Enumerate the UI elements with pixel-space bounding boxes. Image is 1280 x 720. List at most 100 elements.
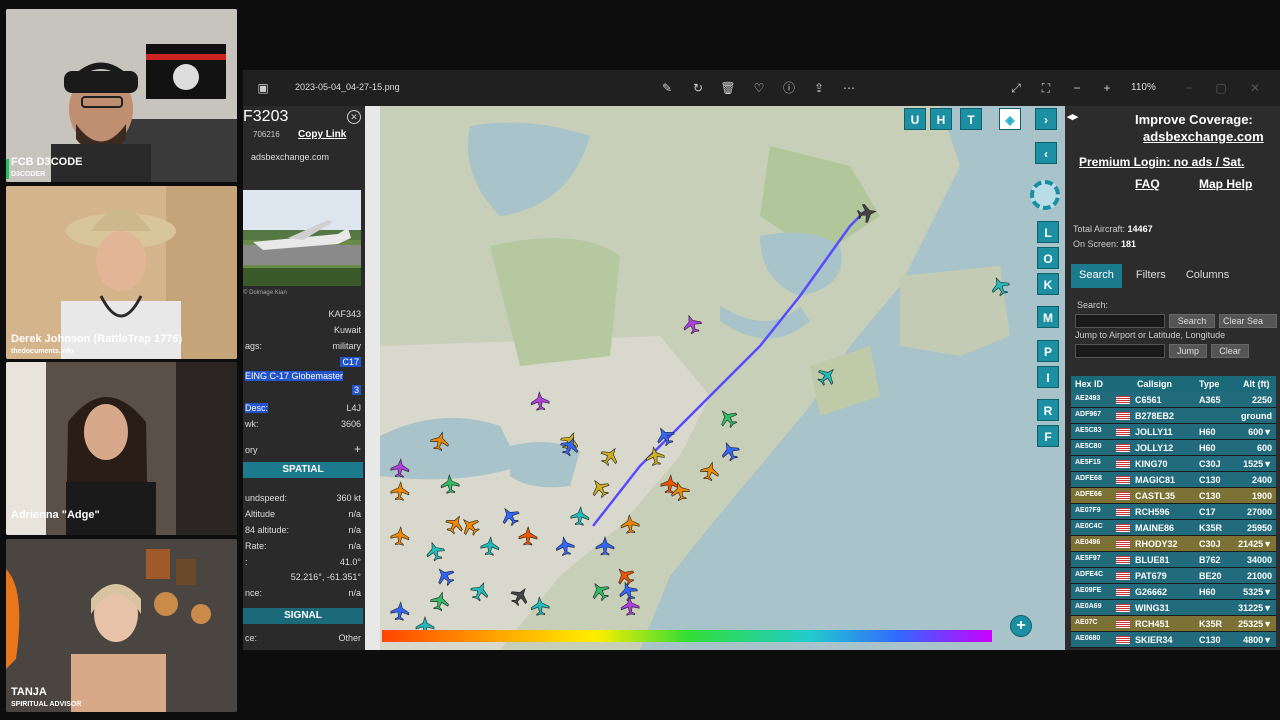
close-panel-icon[interactable]: ✕ xyxy=(347,110,361,124)
cell-type: H60 xyxy=(1199,427,1216,437)
cell-hex: AE07F9 xyxy=(1075,507,1101,514)
map-button-p[interactable]: P xyxy=(1037,340,1059,362)
us-flag-icon xyxy=(1116,428,1130,436)
signal-section[interactable]: SIGNAL xyxy=(243,608,363,624)
jump-input[interactable] xyxy=(1075,344,1165,358)
chevron-left-icon[interactable]: ‹ xyxy=(1035,142,1057,164)
cell-hex: AE0C4C xyxy=(1075,523,1103,530)
map-button-f[interactable]: F xyxy=(1037,425,1059,447)
fit-icon[interactable]: ⛶ xyxy=(1038,80,1054,96)
share-icon[interactable]: ⇪ xyxy=(811,80,827,96)
map-button-h[interactable]: H xyxy=(930,108,952,130)
row-history[interactable]: ory + xyxy=(243,442,363,458)
more-icon[interactable]: ⋯ xyxy=(841,80,857,96)
map-button-r[interactable]: R xyxy=(1037,399,1059,421)
cell-hex: ADFE4C xyxy=(1075,571,1104,578)
viewer-toolbar: ▣ 2023-05-04_04-27-15.png ✎ ↻ 🗑 ♡ ⓘ ⇪ ⋯ … xyxy=(243,70,1280,106)
aircraft-table: Hex ID Callsign Type Alt (ft) AE2493 C656… xyxy=(1071,376,1276,648)
map-button-i[interactable]: I xyxy=(1037,366,1059,388)
table-row[interactable]: AE5C80 JOLLY12 H60 600 xyxy=(1071,440,1276,456)
zoom-in-button[interactable]: + xyxy=(1010,615,1032,637)
col-callsign[interactable]: Callsign xyxy=(1137,379,1172,389)
expand-icon[interactable]: + xyxy=(354,442,361,456)
table-row[interactable]: AE0680 SKIER34 C130 4800▼ xyxy=(1071,632,1276,648)
cell-hex: AE5C80 xyxy=(1075,443,1102,450)
col-hex[interactable]: Hex ID xyxy=(1075,379,1103,389)
map-button-m[interactable]: M xyxy=(1037,306,1059,328)
table-row[interactable]: AE0C4C MAINE86 K35R 25950 xyxy=(1071,520,1276,536)
map-button-k[interactable]: K xyxy=(1037,273,1059,295)
row-desc: Desc: L4J xyxy=(243,402,363,416)
cell-call: RCH451 xyxy=(1135,619,1170,629)
map-canvas[interactable] xyxy=(380,106,1065,650)
table-row[interactable]: ADFE66 CASTL35 C130 1900 xyxy=(1071,488,1276,504)
history-label: ory xyxy=(245,445,258,455)
flight-map[interactable]: U H T ◈ › ‹ L O K M P I R F + xyxy=(380,106,1065,650)
table-row[interactable]: ADFE4C PAT679 BE20 21000 xyxy=(1071,568,1276,584)
tab-filters[interactable]: Filters xyxy=(1128,264,1174,288)
position-value: 52.216°, -61.351° xyxy=(290,572,361,582)
table-row[interactable]: ADF967 B278EB2 ground xyxy=(1071,408,1276,424)
col-type[interactable]: Type xyxy=(1199,379,1219,389)
maximize-icon[interactable]: ▢ xyxy=(1213,80,1229,96)
search-input[interactable] xyxy=(1075,314,1165,328)
info-icon[interactable]: ⓘ xyxy=(781,80,797,96)
col-alt[interactable]: Alt (ft) xyxy=(1243,379,1270,389)
cell-hex: AE0496 xyxy=(1075,539,1101,546)
clear-search-button[interactable]: Clear Sea xyxy=(1219,314,1277,328)
us-flag-icon xyxy=(1116,540,1130,548)
chevron-right-icon[interactable]: › xyxy=(1035,108,1057,130)
cell-hex: AE07C xyxy=(1075,619,1098,626)
layers-icon[interactable]: ◈ xyxy=(999,108,1021,130)
favorite-icon[interactable]: ♡ xyxy=(751,80,767,96)
map-button-l[interactable]: L xyxy=(1037,221,1059,243)
zoom-in-icon[interactable]: + xyxy=(1099,80,1115,96)
table-row[interactable]: AE5F97 BLUE81 B762 34000 xyxy=(1071,552,1276,568)
table-row[interactable]: AE09FE G26662 H60 5325▼ xyxy=(1071,584,1276,600)
us-flag-icon xyxy=(1116,604,1130,612)
table-row[interactable]: AE07F9 RCH596 C17 27000 xyxy=(1071,504,1276,520)
table-row[interactable]: AE07C RCH451 K35R 25325▼ xyxy=(1071,616,1276,632)
premium-link[interactable]: Premium Login: no ads / Sat. xyxy=(1079,155,1244,169)
table-row[interactable]: AE0A69 WING31 31225▼ xyxy=(1071,600,1276,616)
map-button-u[interactable]: U xyxy=(904,108,926,130)
participant-subtitle: SPIRITUAL ADVISOR xyxy=(11,701,82,708)
image-icon[interactable]: ▣ xyxy=(255,80,271,96)
aircraft-photo[interactable] xyxy=(243,190,361,286)
table-row[interactable]: AE2493 C6561 A365 2250 xyxy=(1071,392,1276,408)
fullscreen-icon[interactable]: ⤢ xyxy=(1008,80,1024,96)
spatial-section[interactable]: SPATIAL xyxy=(243,462,363,478)
search-label: Search: xyxy=(1077,300,1109,310)
panel-scrollbar[interactable] xyxy=(365,106,380,650)
map-button-o[interactable]: O xyxy=(1037,247,1059,269)
table-row[interactable]: AE0496 RHODY32 C30J 21425▼ xyxy=(1071,536,1276,552)
site-link[interactable]: adsbexchange.com xyxy=(251,152,329,162)
cell-alt: 21425▼ xyxy=(1238,539,1272,549)
table-row[interactable]: ADFE68 MAGIC81 C130 2400 xyxy=(1071,472,1276,488)
owk-value: 3606 xyxy=(340,419,361,429)
table-row[interactable]: AE5F15 KING70 C30J 1525▼ xyxy=(1071,456,1276,472)
tab-columns[interactable]: Columns xyxy=(1178,264,1237,288)
delete-icon[interactable]: 🗑 xyxy=(720,80,736,96)
map-help-link[interactable]: Map Help xyxy=(1199,177,1252,191)
tab-search[interactable]: Search xyxy=(1071,264,1122,288)
cell-alt: 600▼ xyxy=(1248,427,1272,437)
map-button-t[interactable]: T xyxy=(960,108,982,130)
expand-arrows-icon[interactable]: ◂▸ xyxy=(1067,110,1078,123)
cell-type: K35R xyxy=(1199,619,1223,629)
cell-type: C30J xyxy=(1199,459,1221,469)
table-row[interactable]: AE5C83 JOLLY11 H60 600▼ xyxy=(1071,424,1276,440)
participant-name: FCB D3CODE xyxy=(11,156,83,168)
settings-gear-icon[interactable] xyxy=(1030,180,1060,210)
clear-jump-button[interactable]: Clear xyxy=(1211,344,1249,358)
rotate-icon[interactable]: ↻ xyxy=(690,80,706,96)
faq-link[interactable]: FAQ xyxy=(1135,177,1160,191)
jump-button[interactable]: Jump xyxy=(1169,344,1207,358)
close-icon[interactable]: ✕ xyxy=(1247,80,1263,96)
minimize-icon[interactable]: − xyxy=(1181,80,1197,96)
search-button[interactable]: Search xyxy=(1169,314,1215,328)
copy-link[interactable]: Copy Link xyxy=(298,129,346,140)
zoom-out-icon[interactable]: − xyxy=(1069,80,1085,96)
edit-icon[interactable]: ✎ xyxy=(659,80,675,96)
coverage-link[interactable]: adsbexchange.com xyxy=(1143,129,1264,144)
